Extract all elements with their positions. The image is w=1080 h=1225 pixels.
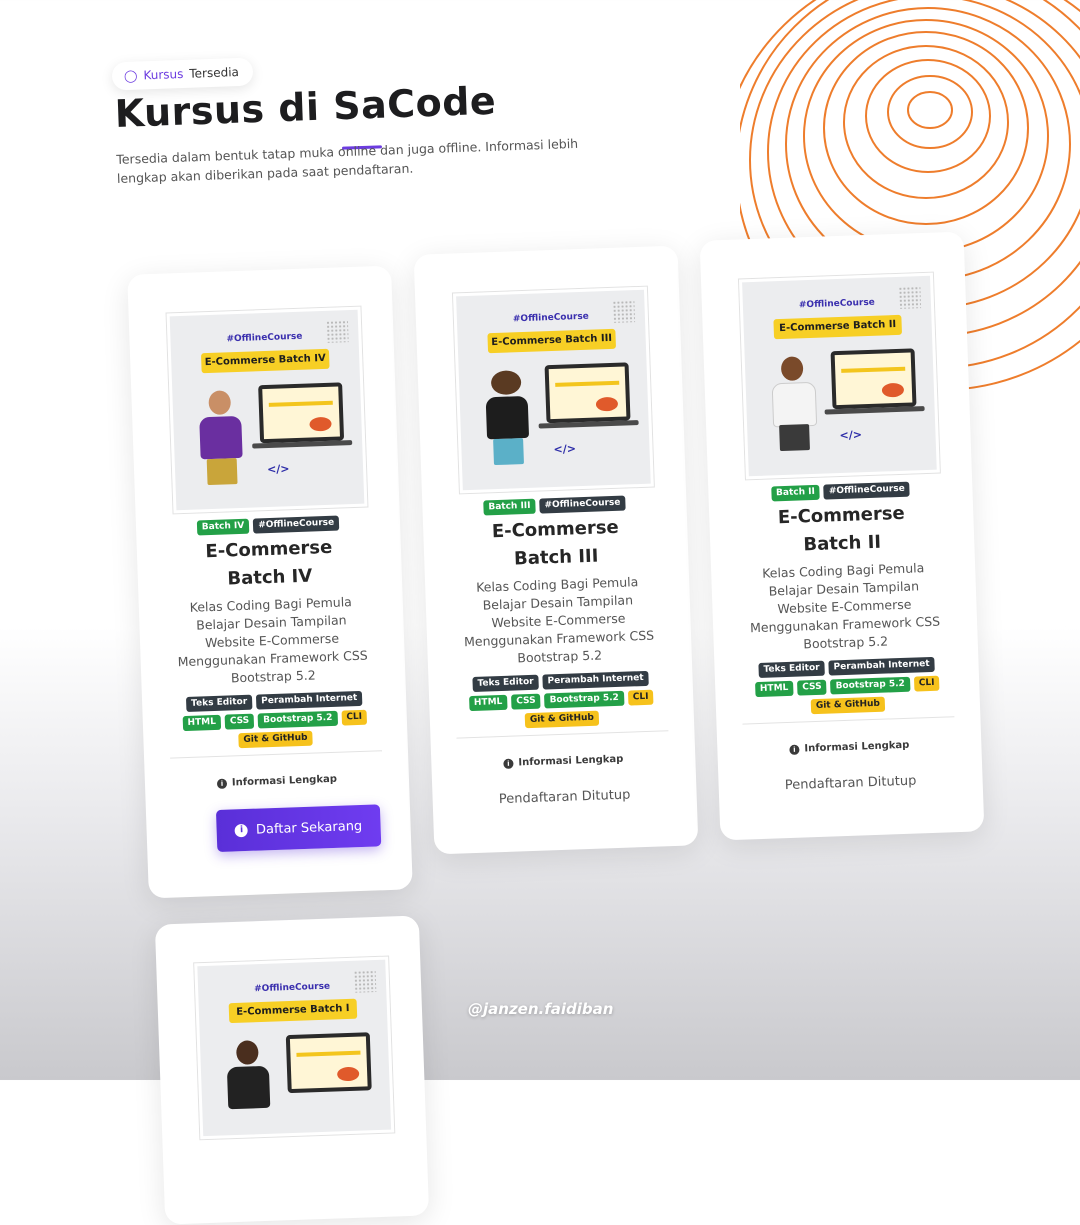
laptop-illustration	[544, 362, 631, 424]
section-badge-word2: Tersedia	[189, 65, 240, 81]
course-card-batch-ii: #OfflineCourse E-Commerse Batch II </> B…	[699, 231, 985, 841]
info-label: Informasi Lengkap	[804, 739, 910, 755]
register-button-label: Daftar Sekarang	[255, 818, 363, 838]
tool-badge: Bootstrap 5.2	[544, 690, 625, 709]
tool-badge: HTML	[182, 714, 222, 732]
course-thumbnail: #OfflineCourse E-Commerse Batch III </>	[452, 286, 654, 494]
offline-badge: #OfflineCourse	[253, 515, 340, 534]
tool-badge: Git & GitHub	[238, 730, 313, 749]
info-label: Informasi Lengkap	[231, 773, 338, 789]
batch-badge: Batch II	[770, 484, 821, 502]
card-divider	[456, 730, 669, 739]
section-badge: ◯ Kursus Tersedia	[111, 57, 254, 91]
course-thumbnail: #OfflineCourse E-Commerse Batch II </>	[738, 272, 940, 480]
course-thumbnail: #OfflineCourse E-Commerse Batch IV </>	[166, 306, 368, 514]
tool-badge: Perambah Internet	[542, 670, 649, 690]
course-description: Kelas Coding Bagi Pemula Belajar Desain …	[177, 594, 368, 686]
tool-badge: CSS	[797, 679, 827, 696]
thumbnail-banner: E-Commerse Batch IV	[200, 348, 330, 374]
tool-badge: HTML	[754, 680, 794, 698]
offline-badge: #OfflineCourse	[539, 495, 626, 514]
tool-badge: Teks Editor	[185, 694, 253, 712]
laptop-illustration	[258, 382, 345, 444]
course-card-batch-i: #OfflineCourse E-Commerse Batch I	[154, 915, 430, 1225]
course-description: Kelas Coding Bagi Pemula Belajar Desain …	[749, 560, 941, 652]
registration-status: Pendaftaran Ditutup	[498, 787, 631, 808]
tool-badge: Perambah Internet	[828, 656, 935, 676]
info-icon: i	[503, 758, 514, 769]
tool-badge: Git & GitHub	[810, 696, 886, 715]
course-card-batch-iii: #OfflineCourse E-Commerse Batch III </> …	[413, 245, 699, 855]
tool-badge: CSS	[224, 713, 255, 730]
card-divider	[170, 750, 382, 759]
course-thumbnail: #OfflineCourse E-Commerse Batch I	[194, 956, 395, 1140]
thumbnail-banner: E-Commerse Batch III	[487, 328, 617, 354]
tool-badge: CLI	[341, 709, 368, 726]
thumbnail-tag: #OfflineCourse	[798, 297, 876, 311]
instructor-illustration	[767, 356, 820, 454]
batch-badge: Batch IV	[196, 518, 250, 536]
thumbnail-tag: #OfflineCourse	[226, 331, 303, 345]
batch-badge: Batch III	[483, 498, 536, 516]
info-link[interactable]: i Informasi Lengkap	[145, 771, 409, 791]
instructor-illustration	[194, 390, 247, 488]
course-description: Kelas Coding Bagi Pemula Belajar Desain …	[463, 574, 655, 666]
card-divider	[742, 716, 955, 725]
info-label: Informasi Lengkap	[518, 753, 624, 769]
lightbulb-icon: ◯	[123, 68, 138, 84]
page-description: Tersedia dalam bentuk tatap muka online …	[116, 135, 579, 186]
tool-badge: Teks Editor	[758, 660, 825, 678]
code-logo-icon: </>	[553, 442, 577, 457]
tool-badge: CSS	[511, 693, 541, 710]
code-logo-icon: </>	[266, 462, 290, 477]
register-button[interactable]: i Daftar Sekarang	[215, 804, 382, 853]
code-logo-icon: </>	[839, 428, 863, 443]
tool-badge: Bootstrap 5.2	[257, 710, 338, 729]
thumbnail-banner: E-Commerse Batch I	[228, 998, 358, 1024]
tool-badge: Git & GitHub	[524, 710, 600, 729]
info-link[interactable]: i Informasi Lengkap	[431, 751, 695, 771]
info-link[interactable]: i Informasi Lengkap	[717, 737, 981, 757]
offline-badge: #OfflineCourse	[823, 481, 911, 500]
instructor-illustration	[481, 370, 534, 468]
tool-badge: CLI	[913, 675, 940, 692]
course-card-batch-iv: #OfflineCourse E-Commerse Batch IV </> B…	[127, 265, 413, 899]
info-icon: i	[789, 744, 800, 755]
laptop-illustration	[285, 1032, 372, 1094]
tool-badge: Teks Editor	[472, 674, 539, 692]
thumbnail-tag: #OfflineCourse	[254, 981, 331, 995]
thumbnail-tag: #OfflineCourse	[512, 311, 590, 325]
instructor-illustration	[222, 1040, 275, 1138]
author-watermark: @janzen.faidiban	[468, 1000, 614, 1018]
tool-badge: Bootstrap 5.2	[830, 676, 911, 695]
registration-status: Pendaftaran Ditutup	[784, 773, 917, 794]
info-icon: i	[216, 778, 228, 789]
tool-badge: Perambah Internet	[255, 690, 363, 710]
info-icon: i	[234, 823, 249, 837]
thumbnail-banner: E-Commerse Batch II	[773, 314, 903, 340]
tool-badge: CLI	[627, 689, 654, 706]
laptop-illustration	[830, 348, 917, 410]
section-badge-word1: Kursus	[143, 66, 184, 83]
tool-badge: HTML	[468, 694, 508, 712]
